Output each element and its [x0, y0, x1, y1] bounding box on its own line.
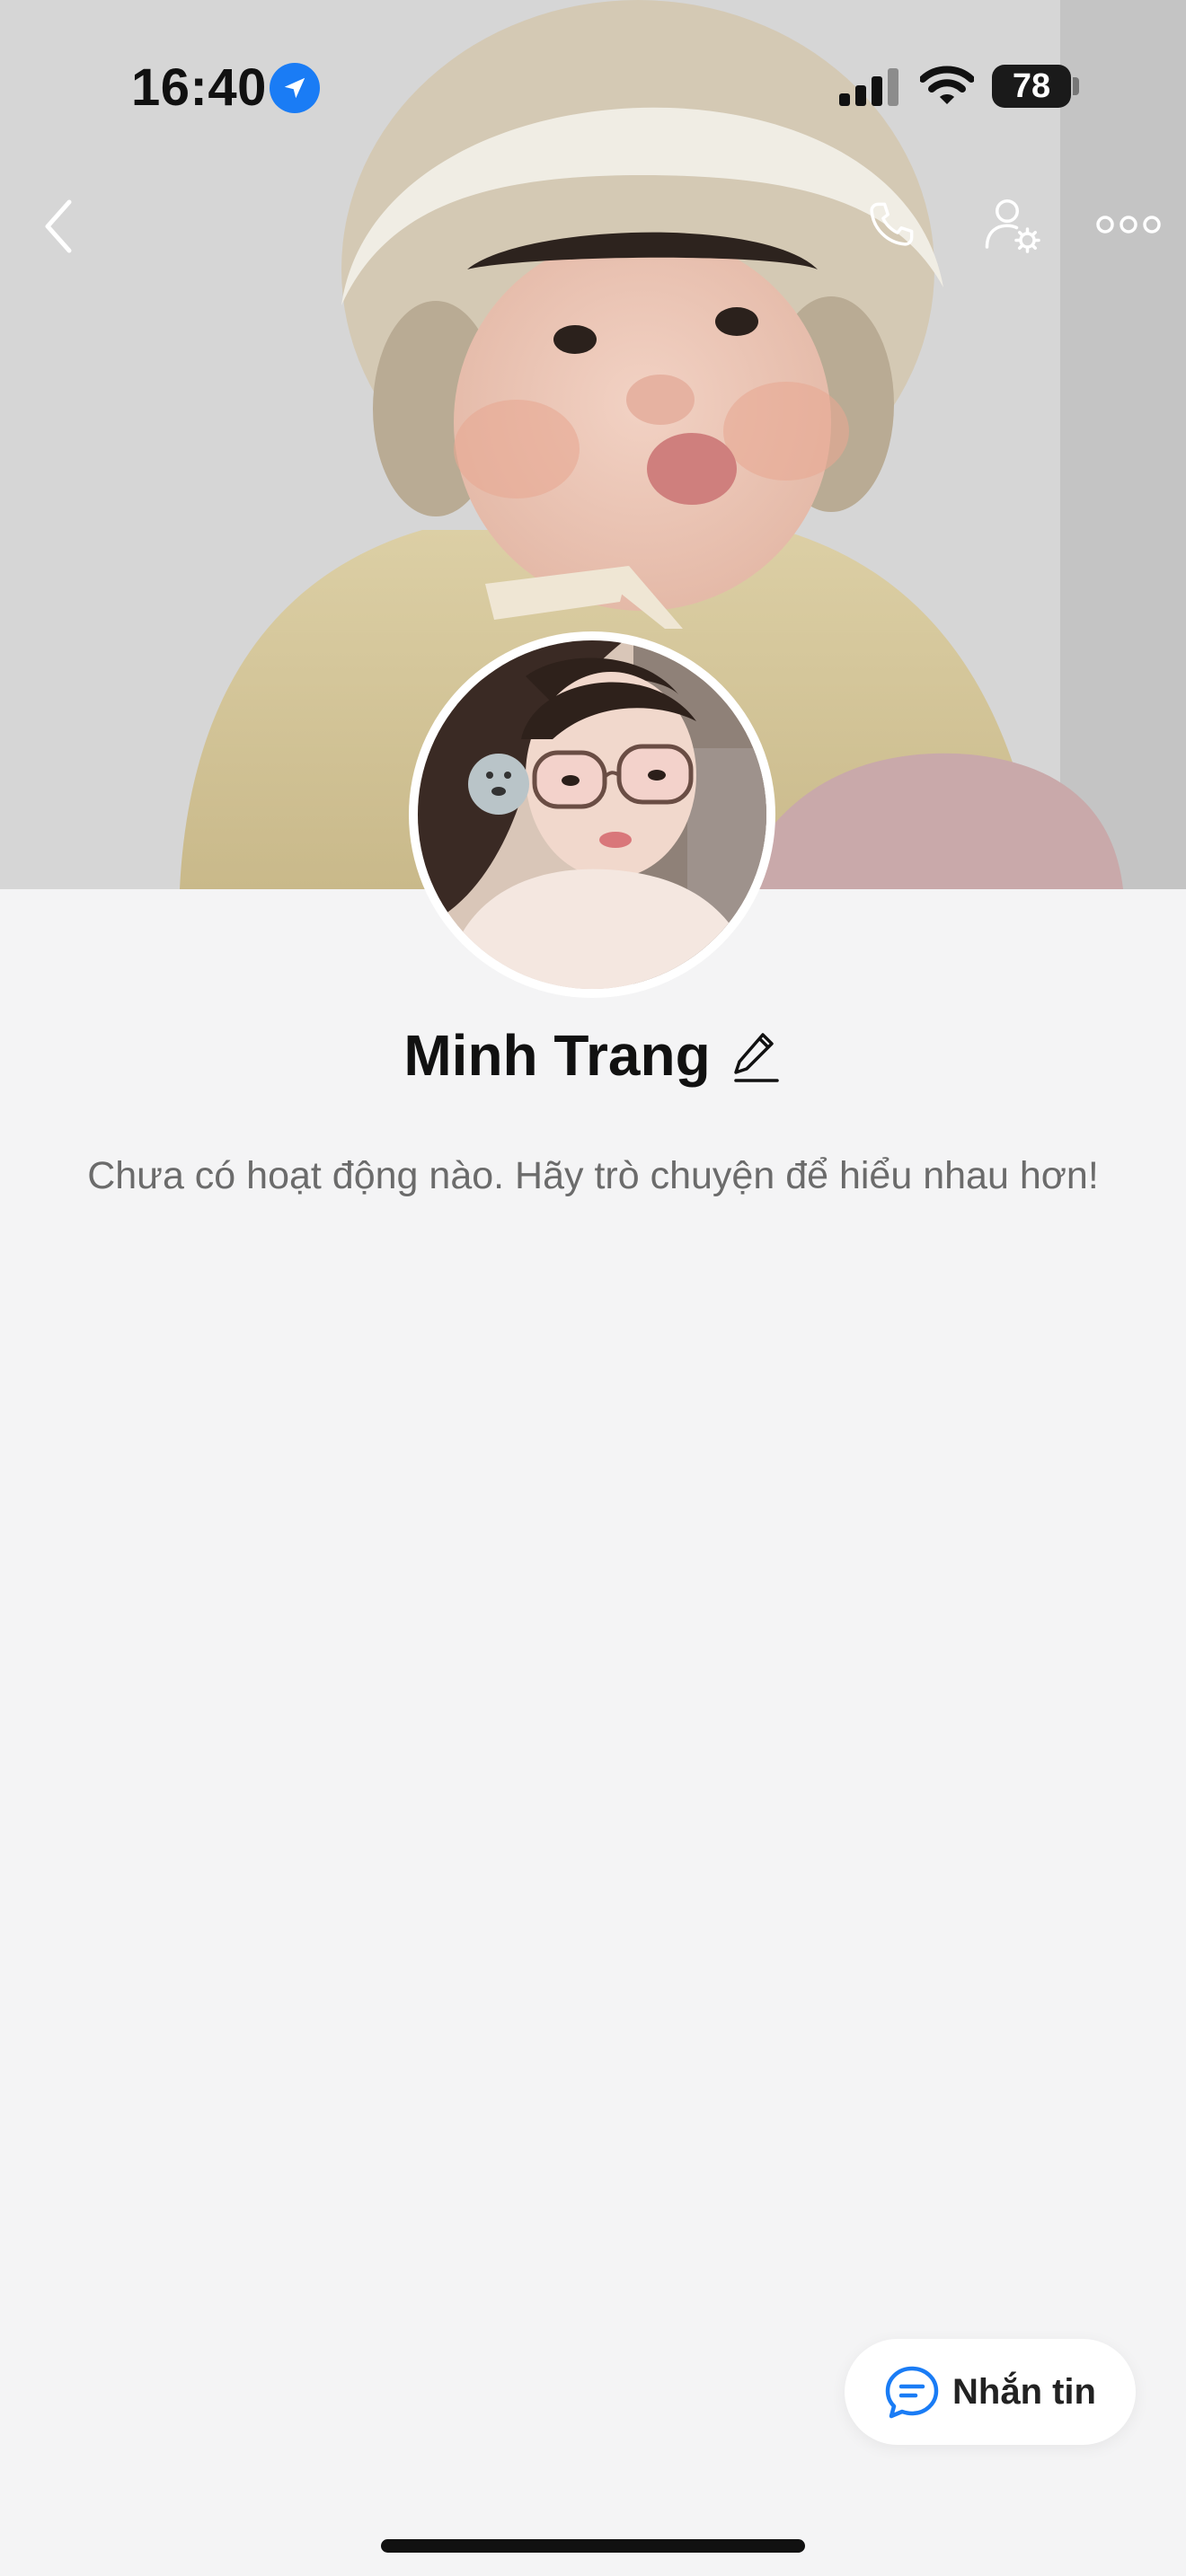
profile-settings-button[interactable] — [972, 185, 1051, 264]
battery-cap — [1073, 77, 1079, 95]
profile-name-row: Minh Trang — [0, 1015, 1186, 1096]
profile-screen: 16:40 78 Minh Trang Chưa có hoạt động nà… — [0, 0, 1186, 2576]
profile-name: Minh Trang — [403, 1023, 711, 1088]
more-horizontal-icon — [1096, 216, 1161, 234]
cellular-signal-icon — [839, 68, 898, 106]
status-time: 16:40 — [131, 58, 267, 117]
pencil-icon[interactable] — [732, 1028, 783, 1083]
chat-bubble-icon — [885, 2366, 939, 2419]
location-arrow-icon — [270, 63, 320, 113]
avatar-image — [418, 640, 766, 989]
home-indicator[interactable] — [381, 2539, 805, 2553]
avatar[interactable] — [409, 631, 775, 998]
battery-level: 78 — [1012, 66, 1051, 105]
message-button[interactable]: Nhắn tin — [845, 2339, 1136, 2445]
wifi-icon — [920, 66, 974, 104]
message-button-label: Nhắn tin — [952, 2371, 1096, 2412]
more-options-button[interactable] — [1091, 198, 1166, 251]
phone-icon — [870, 202, 914, 246]
chevron-left-icon — [45, 199, 72, 253]
empty-activity-text: Chưa có hoạt động nào. Hãy trò chuyện để… — [87, 1154, 1099, 1197]
battery-indicator: 78 — [992, 65, 1071, 108]
user-settings-icon — [985, 199, 1040, 253]
call-button[interactable] — [854, 187, 929, 262]
back-button[interactable] — [27, 190, 90, 262]
